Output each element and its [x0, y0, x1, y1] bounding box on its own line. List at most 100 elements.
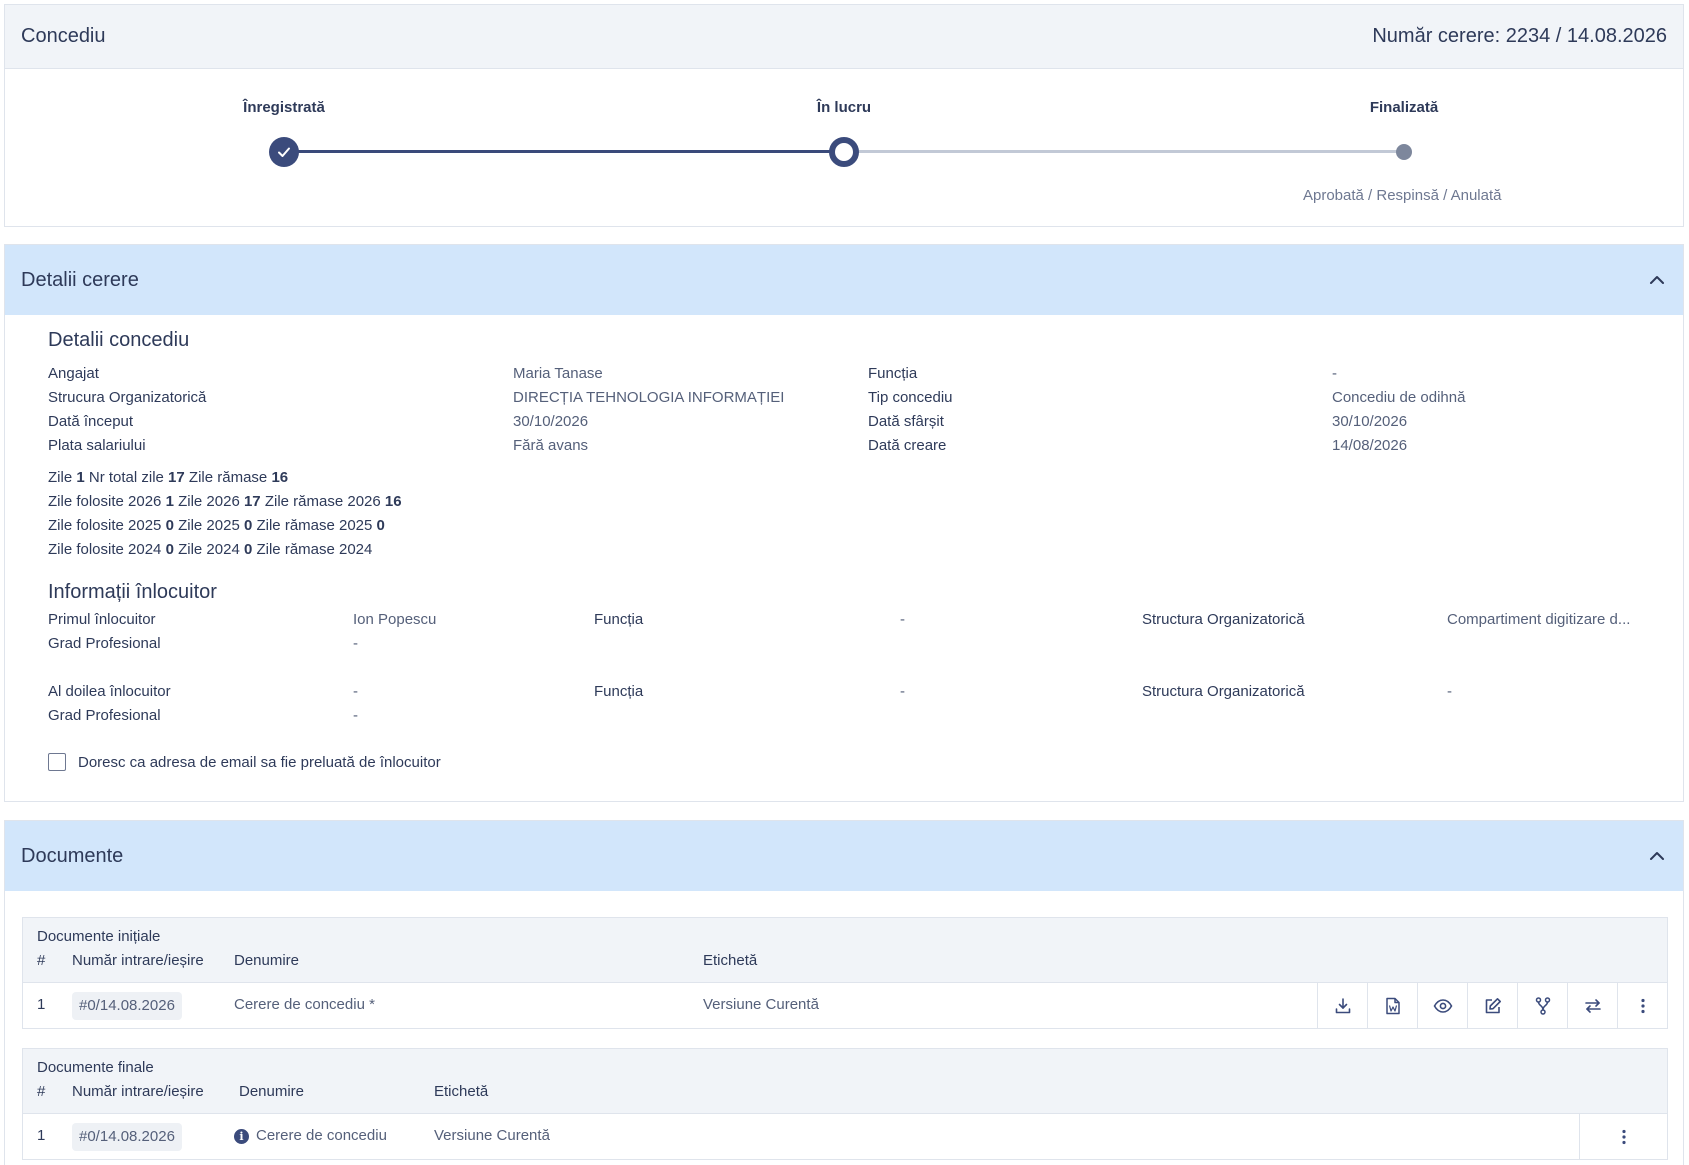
replacement1-function-label: Funcția: [594, 611, 644, 628]
replacement1-label: Primul înlocuitor: [48, 611, 156, 628]
days-2026-line: Zile folosite 2026 1 Zile 2026 17 Zile r…: [48, 493, 402, 510]
replacement2-struct-value: -: [1447, 683, 1452, 700]
replacement1-struct-label: Structura Organizatorică: [1142, 611, 1305, 628]
document-name: Cerere de concediu: [256, 1127, 387, 1144]
field-label-org-structure: Strucura Organizatorică: [48, 389, 207, 406]
column-header-index: #: [37, 952, 46, 969]
replacement1-grade-value: -: [353, 635, 358, 652]
leave-details-title: Detalii concediu: [48, 329, 190, 351]
info-icon[interactable]: i: [234, 1129, 249, 1144]
replacement2-label: Al doilea înlocuitor: [48, 683, 171, 700]
check-icon: [278, 147, 290, 157]
field-value-org-structure: DIRECȚIA TEHNOLOGIA INFORMAȚIEI: [513, 389, 785, 406]
field-label-employee: Angajat: [48, 365, 99, 382]
days-summary-line: Zile 1 Nr total zile 17 Zile rămase 16: [48, 469, 289, 486]
replacement2-struct-label: Structura Organizatorică: [1142, 683, 1305, 700]
field-value-start-date: 30/10/2026: [513, 413, 589, 430]
document-name: Cerere de concediu *: [234, 996, 375, 1013]
field-label-leave-type: Tip concediu: [868, 389, 953, 406]
column-header-tag: Etichetă: [434, 1083, 489, 1100]
document-tag: Versiune Curentă: [434, 1127, 550, 1144]
email-transfer-option[interactable]: Doresc ca adresa de email sa fie preluat…: [48, 753, 441, 771]
eye-icon: [1433, 999, 1452, 1013]
replacement2-function-value: -: [900, 683, 905, 700]
step-label-in-progress: În lucru: [816, 99, 872, 116]
field-value-leave-type: Concediu de odihnă: [1332, 389, 1466, 406]
initial-documents-table: Documente inițiale # Număr intrare/ieșir…: [22, 917, 1668, 1029]
details-panel-title: Detalii cerere: [21, 268, 139, 291]
request-number: Număr cerere: 2234 / 14.08.2026: [1372, 25, 1667, 47]
email-transfer-label: Doresc ca adresa de email sa fie preluat…: [78, 753, 441, 771]
column-header-number: Număr intrare/ieșire: [72, 1083, 204, 1100]
preview-button[interactable]: [1417, 983, 1467, 1029]
step-current-marker: [829, 137, 859, 167]
more-vertical-icon: [1640, 998, 1645, 1014]
download-button[interactable]: [1317, 983, 1367, 1029]
initial-documents-title: Documente inițiale: [37, 928, 161, 945]
field-label-created-date: Dată creare: [868, 437, 947, 454]
email-transfer-checkbox[interactable]: [48, 753, 66, 771]
replacement2-name: -: [353, 683, 358, 700]
document-tag: Versiune Curentă: [703, 996, 819, 1013]
more-options-button[interactable]: [1579, 1114, 1667, 1160]
request-details-card: Detalii cerere Detalii concediu Angajat …: [4, 244, 1684, 802]
chevron-up-icon[interactable]: [1647, 270, 1667, 290]
days-2024-line: Zile folosite 2024 0 Zile 2024 0 Zile ră…: [48, 541, 373, 558]
table-row: 1 #0/14.08.2026 Cerere de concediu * Ver…: [23, 982, 1667, 1029]
details-panel-header[interactable]: Detalii cerere: [5, 245, 1683, 315]
versions-button[interactable]: [1517, 983, 1567, 1029]
field-value-function: -: [1332, 365, 1337, 382]
download-icon: [1335, 998, 1350, 1014]
documents-panel-header[interactable]: Documente: [5, 821, 1683, 891]
branch-icon: [1535, 997, 1550, 1015]
field-label-end-date: Dată sfârșit: [868, 413, 944, 430]
days-2025-line: Zile folosite 2025 0 Zile 2025 0 Zile ră…: [48, 517, 385, 534]
replacement1-function-value: -: [900, 611, 905, 628]
progress-line-pending: [844, 150, 1404, 153]
column-header-index: #: [37, 1083, 46, 1100]
final-documents-title: Documente finale: [37, 1059, 154, 1076]
replacement1-struct-value: Compartiment digitizare d...: [1447, 611, 1631, 628]
chevron-up-icon[interactable]: [1647, 846, 1667, 866]
replacement1-name: Ion Popescu: [353, 611, 437, 628]
more-options-button[interactable]: [1617, 983, 1667, 1029]
progress-line-done: [284, 150, 844, 153]
table-row: 1 #0/14.08.2026 i Cerere de concediu Ver…: [23, 1113, 1667, 1160]
swap-icon: [1584, 999, 1601, 1013]
documents-card: Documente Documente inițiale # Număr int…: [4, 820, 1684, 1165]
field-label-start-date: Dată început: [48, 413, 134, 430]
replacement2-grade-value: -: [353, 707, 358, 724]
word-export-button[interactable]: [1367, 983, 1417, 1029]
document-actions: [1317, 983, 1667, 1029]
more-vertical-icon: [1621, 1129, 1626, 1145]
column-header-name: Denumire: [234, 952, 300, 969]
column-header-number: Număr intrare/ieșire: [72, 952, 204, 969]
documents-panel-title: Documente: [21, 844, 124, 867]
field-value-created-date: 14/08/2026: [1332, 437, 1408, 454]
edit-button[interactable]: [1467, 983, 1517, 1029]
document-actions: [1579, 1114, 1667, 1160]
step-done-marker: [269, 137, 299, 167]
final-status-options: Aprobată / Respinsă / Anulată: [1303, 187, 1502, 204]
progress-stepper: Înregistrată În lucru Finalizată Aprobat…: [5, 69, 1683, 227]
document-number-badge: #0/14.08.2026: [72, 1123, 182, 1151]
replacement1-grade-label: Grad Profesional: [48, 635, 161, 652]
row-index: 1: [37, 996, 46, 1013]
request-header-card: Concediu Număr cerere: 2234 / 14.08.2026…: [4, 4, 1684, 227]
replace-button[interactable]: [1567, 983, 1617, 1029]
field-value-salary-payment: Fără avans: [513, 437, 589, 454]
column-header-tag: Etichetă: [703, 952, 758, 969]
field-label-function: Funcția: [868, 365, 918, 382]
field-value-end-date: 30/10/2026: [1332, 413, 1408, 430]
step-pending-marker: [1396, 144, 1412, 160]
replacement-info-title: Informații înlocuitor: [48, 581, 217, 603]
page-title: Concediu: [21, 25, 106, 47]
final-documents-table: Documente finale # Număr intrare/ieșire …: [22, 1048, 1668, 1160]
document-number-badge: #0/14.08.2026: [72, 992, 182, 1020]
replacement2-grade-label: Grad Profesional: [48, 707, 161, 724]
word-file-icon: [1385, 997, 1400, 1015]
field-value-employee: Maria Tanase: [513, 365, 603, 382]
replacement2-function-label: Funcția: [594, 683, 644, 700]
row-index: 1: [37, 1127, 46, 1144]
step-label-finalized: Finalizată: [1369, 99, 1439, 116]
